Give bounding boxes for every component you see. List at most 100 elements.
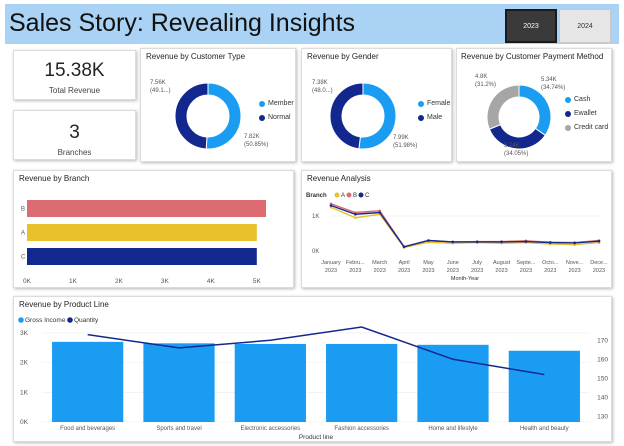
product-legend-label: Quantity (74, 317, 99, 324)
line-legend-marker (346, 192, 352, 198)
legend-ewallet-marker (565, 110, 571, 117)
branch-x-tick: 1K (69, 278, 78, 285)
line-x-tick: August (493, 260, 511, 266)
product-x-tick: Sports and travel (156, 426, 201, 432)
line-x-tick: Octo... (542, 260, 559, 266)
revenue-by-product-line-card: Revenue by Product Line Gross Income Quan… (13, 296, 612, 442)
total-revenue-card: 15.38K Total Revenue (13, 50, 136, 100)
branch-x-tick: 0K (23, 278, 32, 285)
donut-data-label: (34.05%) (504, 151, 528, 157)
legend-credit-card-marker (565, 124, 571, 131)
line-y-tick: 1K (312, 214, 319, 220)
donut-data-label: 4.8K (475, 74, 487, 80)
donut-data-label: 7.38K (312, 80, 328, 86)
legend-ewallet: Ewallet (565, 110, 597, 117)
product-y-right-tick: 170 (597, 337, 608, 344)
line-x-tick-year: 2023 (544, 268, 556, 274)
legend-male-marker (418, 114, 424, 121)
payment-method-donut: 5.34K (34.74%) 5.24K (34.05%) 4.8K (31.2%) (475, 74, 565, 157)
line-legend-marker (334, 192, 340, 198)
branch-x-tick: 3K (161, 278, 170, 285)
page-title: Sales Story: Revealing Insights (9, 9, 356, 37)
line-x-tick: June (447, 260, 459, 266)
legend-normal-marker (259, 114, 265, 121)
legend-female-label: Female (427, 100, 451, 107)
line-x-tick: April (399, 260, 410, 266)
legend-cash-label: Cash (574, 96, 591, 103)
product-x-tick: Health and beauty (520, 426, 569, 432)
line-point (329, 204, 333, 207)
product-x-tick: Electronic accessories (240, 426, 300, 432)
line-x-tick: January (321, 260, 341, 266)
product-bar-sports-and-travel (143, 343, 215, 422)
line-point (354, 212, 357, 216)
donut-slice-credit-card (486, 84, 520, 130)
line-x-tick-year: 2023 (447, 268, 459, 274)
revenue-analysis-chart: 1K 0K Branch A B C January 2023 Febru... 2023 Marc… (306, 192, 608, 282)
branches-label: Branches (57, 148, 92, 157)
branches-card: 3 Branches (13, 110, 136, 160)
line-x-tick: Dece... (590, 260, 608, 266)
legend-cash-marker (565, 96, 571, 103)
product-y-left-tick: 3K (20, 330, 29, 337)
legend-member: Member (259, 100, 294, 107)
donut-slice-member (205, 82, 242, 150)
line-x-tick-year: 2023 (569, 268, 581, 274)
year-2024-button[interactable]: 2024 (559, 9, 611, 43)
total-revenue-value: 15.38K (44, 60, 105, 81)
product-y-left-tick: 2K (20, 360, 29, 367)
product-y-right-tick: 160 (597, 356, 608, 363)
product-bar-health-and-beauty (508, 350, 580, 422)
revenue-analysis-card: Revenue Analysis 1K 0K Branch A B C January 202… (301, 170, 612, 288)
product-y-right-tick: 150 (597, 375, 608, 382)
line-point (548, 241, 552, 244)
total-revenue-label: Total Revenue (48, 86, 101, 95)
product-legend-marker (67, 317, 73, 323)
product-y-left-tick: 0K (20, 419, 29, 426)
line-y-tick: 0K (312, 249, 319, 255)
donut-data-label: (31.2%) (475, 82, 496, 88)
line-legend-label: C (365, 193, 370, 199)
line-x-axis-title: Month-Year (451, 276, 479, 282)
branch-category-label: C (21, 255, 26, 261)
legend-male-label: Male (427, 114, 443, 121)
line-x-tick-year: 2023 (520, 268, 532, 274)
line-point (427, 239, 430, 242)
line-point (354, 216, 357, 220)
donut-data-label: (49.1...) (150, 88, 171, 94)
line-point (597, 239, 601, 243)
donut-data-label: (51.98%) (393, 143, 417, 149)
payment-method-card: Revenue by Customer Payment Method 5.34K… (456, 48, 612, 162)
legend-member-marker (259, 100, 265, 107)
legend-ewallet-label: Ewallet (574, 110, 597, 117)
branch-x-tick: 5K (253, 278, 262, 285)
header-bar: Sales Story: Revealing Insights 2023 202… (5, 4, 619, 44)
line-series-b (330, 203, 600, 248)
year-2023-button[interactable]: 2023 (505, 9, 557, 43)
branches-value: 3 (69, 122, 80, 143)
branch-bar-c (27, 248, 257, 265)
line-x-tick-year: 2023 (325, 268, 337, 274)
line-x-tick: Febru... (346, 260, 365, 266)
donut-data-label: 5.24K (504, 143, 520, 149)
donut-slice-female (358, 82, 397, 150)
revenue-by-branch-chart: B A C 0K 1K 2K 3K 4K 5K (21, 200, 266, 285)
donut-data-label: (48.0...) (312, 88, 333, 94)
line-x-tick-year: 2023 (349, 268, 361, 274)
legend-normal: Normal (259, 114, 291, 121)
donut-data-label: (50.85%) (244, 142, 268, 148)
line-point (524, 240, 528, 243)
donut-data-label: 7.56K (150, 80, 166, 86)
line-x-tick: Septe... (516, 260, 535, 266)
legend-normal-label: Normal (268, 114, 291, 121)
line-x-tick-year: 2023 (374, 268, 386, 274)
product-legend-marker (18, 317, 24, 323)
line-x-tick-year: 2023 (471, 268, 483, 274)
branch-category-label: B (21, 207, 25, 213)
donut-slice-male (329, 82, 364, 150)
line-legend-marker (358, 192, 364, 198)
legend-female-marker (418, 100, 424, 107)
legend-member-label: Member (268, 100, 294, 107)
line-x-tick-year: 2023 (398, 268, 410, 274)
line-point (573, 241, 576, 245)
